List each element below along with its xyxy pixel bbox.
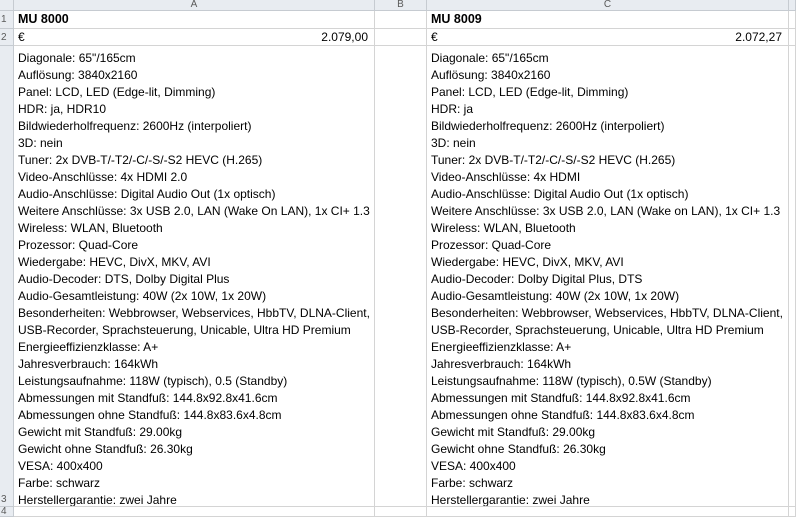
spec-line: 3D: nein (18, 136, 63, 150)
spec-line: VESA: 400x400 (431, 459, 516, 473)
cell-a4[interactable] (14, 507, 375, 517)
spec-line: Besonderheiten: Webbrowser, Webservices,… (431, 306, 783, 320)
spec-line: Audio-Decoder: DTS, Dolby Digital Plus (18, 272, 230, 286)
spec-line: Video-Anschlüsse: 4x HDMI 2.0 (18, 170, 188, 184)
spec-line: Auflösung: 3840x2160 (431, 68, 551, 82)
cell-b3[interactable] (375, 46, 427, 507)
spec-line: Audio-Gesamtleistung: 40W (2x 10W, 1x 20… (18, 289, 267, 303)
row-header-3-label: 3 (1, 494, 7, 505)
spec-line: Wiedergabe: HEVC, DivX, MKV, AVI (431, 255, 624, 269)
cell-a1-model-name[interactable]: MU 8000 (14, 11, 375, 29)
row-header-1[interactable]: 1 (0, 11, 14, 29)
spec-line: USB-Recorder, Sprachsteuerung, Unicable,… (431, 323, 764, 337)
cell-c3-specs[interactable]: Diagonale: 65"/165cm Auflösung: 3840x2160… (427, 46, 789, 507)
cell-d3[interactable] (789, 46, 796, 507)
spec-line: Weitere Anschlüsse: 3x USB 2.0, LAN (Wak… (18, 204, 370, 218)
spec-line: Gewicht mit Standfuß: 29.00kg (18, 425, 183, 439)
spec-line: Energieeffizienzklasse: A+ (18, 340, 159, 354)
spec-line: Auflösung: 3840x2160 (18, 68, 138, 82)
price-value: 2.072,27 (735, 30, 782, 44)
cell-d4[interactable] (789, 507, 796, 517)
spec-line: Gewicht ohne Standfuß: 26.30kg (18, 442, 193, 456)
spec-line: Bildwiederholfrequenz: 2600Hz (interpoli… (431, 119, 665, 133)
cell-d1[interactable] (789, 11, 796, 29)
spec-line: Abmessungen ohne Standfuß: 144.8x83.6x4.… (18, 408, 282, 422)
spec-line: Panel: LCD, LED (Edge-lit, Dimming) (18, 85, 216, 99)
spec-line: Leistungsaufnahme: 118W (typisch), 0.5W … (431, 374, 712, 388)
spec-line: Energieeffizienzklasse: A+ (431, 340, 572, 354)
spreadsheet-grid: A B C 1 2 3 4 MU 8000 MU 8009 € 2.079,00… (0, 0, 796, 517)
row-header-4[interactable]: 4 (0, 507, 14, 517)
select-all-corner[interactable] (0, 0, 14, 11)
spec-line: VESA: 400x400 (18, 459, 103, 473)
cell-b4[interactable] (375, 507, 427, 517)
column-header-b[interactable]: B (375, 0, 427, 11)
column-header-c[interactable]: C (427, 0, 789, 11)
spec-line: Weitere Anschlüsse: 3x USB 2.0, LAN (Wak… (431, 204, 781, 218)
row-header-3[interactable]: 3 (0, 46, 14, 507)
cell-c1-model-name[interactable]: MU 8009 (427, 11, 789, 29)
spec-line: HDR: ja, HDR10 (18, 102, 107, 116)
spec-line: Jahresverbrauch: 164kWh (431, 357, 572, 371)
row-header-2[interactable]: 2 (0, 29, 14, 46)
spec-line: Herstellergarantie: zwei Jahre (18, 493, 177, 507)
spec-line: HDR: ja (431, 102, 474, 116)
spec-line: Farbe: schwarz (18, 476, 101, 490)
spec-line: Abmessungen mit Standfuß: 144.8x92.8x41.… (18, 391, 278, 405)
price-value: 2.079,00 (321, 30, 368, 44)
spec-line: Audio-Gesamtleistung: 40W (2x 10W, 1x 20… (431, 289, 680, 303)
spec-line: Prozessor: Quad-Core (18, 238, 139, 252)
spec-line: Video-Anschlüsse: 4x HDMI (431, 170, 581, 184)
spec-line: Wireless: WLAN, Bluetooth (431, 221, 576, 235)
spec-line: USB-Recorder, Sprachsteuerung, Unicable,… (18, 323, 351, 337)
spec-line: Abmessungen mit Standfuß: 144.8x92.8x41.… (431, 391, 691, 405)
spec-line: Tuner: 2x DVB-T/-T2/-C/-S/-S2 HEVC (H.26… (431, 153, 676, 167)
cell-a3-specs[interactable]: Diagonale: 65"/165cm Auflösung: 3840x2160… (14, 46, 375, 507)
spec-line: 3D: nein (431, 136, 476, 150)
spec-line: Audio-Decoder: Dolby Digital Plus, DTS (431, 272, 643, 286)
spec-line: Diagonale: 65"/165cm (18, 51, 136, 65)
cell-b1[interactable] (375, 11, 427, 29)
spec-line: Wireless: WLAN, Bluetooth (18, 221, 163, 235)
spec-line: Audio-Anschlüsse: Digital Audio Out (1x … (18, 187, 276, 201)
spec-line: Diagonale: 65"/165cm (431, 51, 549, 65)
spec-list-c: Diagonale: 65"/165cm Auflösung: 3840x2160… (427, 46, 788, 507)
cell-c2-price[interactable]: € 2.072,27 (427, 29, 789, 46)
spec-line: Audio-Anschlüsse: Digital Audio Out (1x … (431, 187, 689, 201)
spec-line: Prozessor: Quad-Core (431, 238, 552, 252)
currency-symbol: € (431, 30, 438, 44)
spec-line: Besonderheiten: Webbrowser, Webservices,… (18, 306, 370, 320)
column-header-a[interactable]: A (14, 0, 375, 11)
cell-d2[interactable] (789, 29, 796, 46)
spec-line: Panel: LCD, LED (Edge-lit, Dimming) (431, 85, 629, 99)
spec-list-a: Diagonale: 65"/165cm Auflösung: 3840x2160… (14, 46, 374, 507)
spec-line: Gewicht ohne Standfuß: 26.30kg (431, 442, 606, 456)
spec-line: Gewicht mit Standfuß: 29.00kg (431, 425, 596, 439)
spec-line: Bildwiederholfrequenz: 2600Hz (interpoli… (18, 119, 252, 133)
spec-line: Leistungsaufnahme: 118W (typisch), 0.5 (… (18, 374, 288, 388)
column-header-d[interactable] (789, 0, 796, 11)
currency-symbol: € (18, 30, 25, 44)
spec-line: Jahresverbrauch: 164kWh (18, 357, 159, 371)
cell-a2-price[interactable]: € 2.079,00 (14, 29, 375, 46)
spec-line: Herstellergarantie: zwei Jahre (431, 493, 590, 507)
spec-line: Wiedergabe: HEVC, DivX, MKV, AVI (18, 255, 211, 269)
spec-line: Farbe: schwarz (431, 476, 514, 490)
spec-line: Tuner: 2x DVB-T/-T2/-C/-S/-S2 HEVC (H.26… (18, 153, 263, 167)
cell-b2[interactable] (375, 29, 427, 46)
cell-c4[interactable] (427, 507, 789, 517)
spec-line: Abmessungen ohne Standfuß: 144.8x83.6x4.… (431, 408, 695, 422)
